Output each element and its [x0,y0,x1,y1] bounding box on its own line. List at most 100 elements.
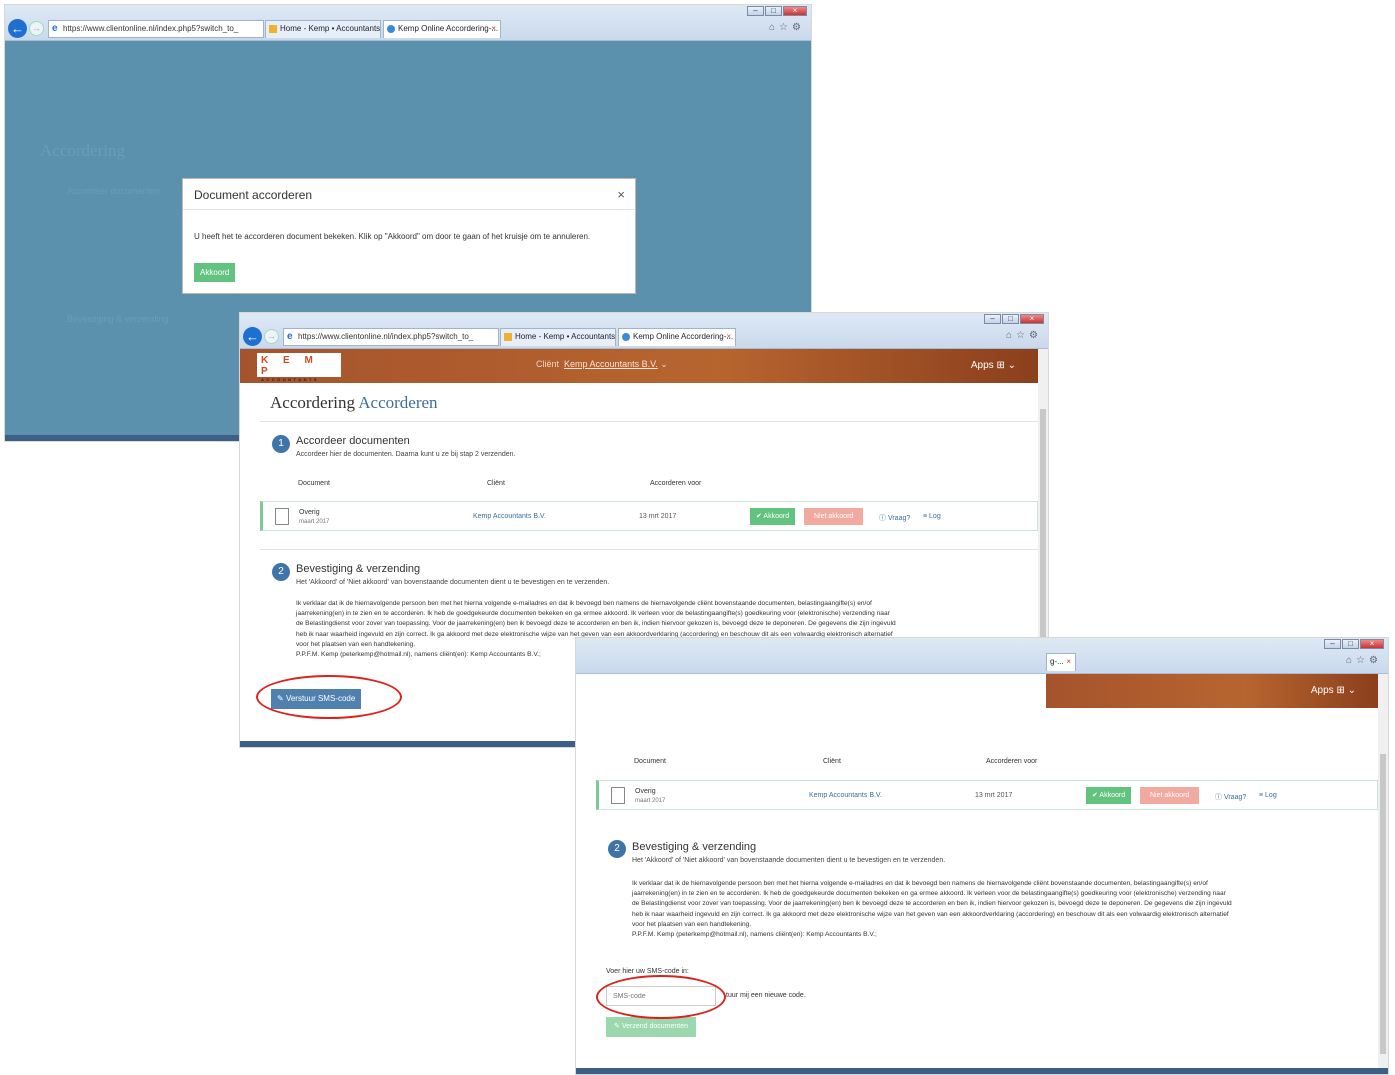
browser-bar: –□× ← → https://www.clientonline.nl/inde… [5,5,811,41]
apps-menu[interactable]: Apps ⊞ ⌄ [971,360,1016,371]
scrollbar-thumb[interactable] [1380,754,1386,1054]
maximize-icon[interactable]: □ [1002,314,1019,324]
ie-tab-icon [387,25,395,33]
forward-arrow-icon[interactable]: → [29,21,44,36]
step-2-subtitle: Het 'Akkoord' of 'Niet akkoord' van bove… [296,579,610,586]
declaration-line: heb ik naar waarheid ingevuld en zijn co… [632,910,1229,918]
tab-home[interactable]: Home - Kemp • Accountants [265,20,381,38]
logo-text: K E M P [261,355,319,377]
accorderen-dialog: Document accorderen × U heeft het te acc… [182,178,636,294]
close-tab-icon[interactable]: × [1066,654,1071,670]
step-2-subtitle: Het 'Akkoord' of 'Niet akkoord' van bove… [632,857,946,864]
toolbar-icons[interactable]: ⌂☆⚙ [1346,655,1382,666]
window-controls: – □ × [984,314,1044,324]
dimmed-step2: Bevestiging & verzending [67,314,169,324]
declaration-text: Ik verklaar dat ik de hiernavolgende per… [632,879,1352,940]
column-due: Accorderen voor [986,758,1038,765]
ie-tab-icon [622,333,630,341]
section-divider [260,549,1038,550]
column-document: Document [634,758,666,765]
due-cell: 13 mrt 2017 [975,792,1013,799]
tab-label: g-... [1050,657,1064,666]
question-link[interactable]: ⓘ Vraag? [879,513,910,523]
column-client: Cliënt [823,758,841,765]
sms-code-label: Voer hier uw SMS-code in: [606,968,689,975]
declaration-line: Ik verklaar dat ik de hiernavolgende per… [632,880,1208,887]
tab-kemp-online[interactable]: Kemp Online Accordering-... × [618,328,736,346]
table-row[interactable]: Overig maart 2017 Kemp Accountants B.V. … [260,501,1038,531]
declaration-line: de Belastingdienst voor zover van toepas… [296,620,896,628]
declaration-line: jaarrekening(en) in te zien en te accord… [632,890,1226,898]
kemp-tab-icon [504,333,512,341]
step-1-badge: 1 [272,435,290,453]
kemp-tab-icon [269,25,277,33]
scrollbar-thumb[interactable] [1040,409,1046,669]
resend-code-link[interactable]: tuur mij een nieuwe code. [726,992,806,999]
client-selector[interactable]: Cliënt Kemp Accountants B.V. ⌄ [536,359,668,370]
akkoord-button[interactable]: Akkoord [194,263,236,282]
minimize-icon[interactable]: – [984,314,1001,324]
minimize-icon[interactable]: – [747,6,764,16]
pencil-icon: ✎ [614,1023,620,1030]
declaration-line: de Belastingdienst voor zover van toepas… [632,900,1232,908]
close-window-icon[interactable]: × [1360,639,1384,649]
maximize-icon[interactable]: □ [1342,639,1359,649]
tab-kemp-online[interactable]: Kemp Online Accordering-... × [383,20,501,38]
step-2-badge: 2 [272,563,290,581]
grid-icon: ⊞ [1336,685,1345,696]
document-name[interactable]: Overig [299,509,320,516]
approve-button[interactable]: ✔ Akkoord [750,508,796,525]
maximize-icon[interactable]: □ [765,6,782,16]
close-window-icon[interactable]: × [783,6,807,16]
question-link[interactable]: ⓘ Vraag? [1215,792,1246,802]
client-cell: Kemp Accountants B.V. [473,513,546,520]
close-tab-icon[interactable]: × [491,21,496,37]
approve-button[interactable]: ✔ Akkoord [1086,787,1132,804]
reject-button[interactable]: Niet akkoord [1140,787,1200,804]
apps-menu[interactable]: Apps ⊞ ⌄ [1311,685,1356,696]
back-arrow-icon[interactable]: ← [243,327,262,346]
table-row[interactable]: Overig maart 2017 Kemp Accountants B.V. … [596,780,1378,810]
step-1-subtitle: Accordeer hier de documenten. Daarna kun… [296,451,516,458]
toolbar-icons[interactable]: ⌂☆⚙ [1006,330,1042,341]
window-controls: – □ × [1324,639,1384,649]
address-bar[interactable]: https://www.clientonline.nl/index.php5?s… [48,20,264,38]
client-name[interactable]: Kemp Accountants B.V. [564,359,658,369]
send-button-label: Verzend documenten [621,1023,688,1030]
kemp-logo[interactable]: K E M P ACCOUNTANTS [257,353,341,382]
tab-home[interactable]: Home - Kemp • Accountants [500,328,616,346]
title-sub: Accorderen [358,393,438,412]
toolbar-icons[interactable]: ⌂☆⚙ [769,22,805,33]
forward-arrow-icon[interactable]: → [264,329,279,344]
log-link[interactable]: ≡ Log [923,513,941,520]
close-tab-icon[interactable]: × [726,329,731,345]
highlight-ellipse-sms-input [596,975,726,1019]
app-header: K E M P ACCOUNTANTS Cliënt Kemp Accounta… [240,349,1038,383]
tab-label: Home - Kemp • Accountants [515,332,616,341]
document-icon[interactable] [275,508,289,525]
back-arrow-icon[interactable]: ← [8,19,27,38]
title-main: Accordering [270,393,355,412]
title-divider [260,421,1038,422]
document-name[interactable]: Overig [635,788,656,795]
step-2-title: Bevestiging & verzending [296,563,421,575]
tab-label: Home - Kemp • Accountants [280,24,381,33]
browser-bar: – □ × g-... × ⌂☆⚙ [576,638,1388,674]
tab-kemp-online[interactable]: g-... × [1046,653,1076,671]
close-icon[interactable]: × [617,187,625,202]
signer-line: P.P.F.M. Kemp (peterkemp@hotmail.nl), na… [632,931,877,939]
column-client: Cliënt [487,480,505,487]
client-cell: Kemp Accountants B.V. [809,792,882,799]
window-controls: – □ × [747,6,807,16]
scrollbar[interactable] [1378,674,1388,1074]
chevron-down-icon: ⌄ [660,359,668,369]
document-icon[interactable] [611,787,625,804]
minimize-icon[interactable]: – [1324,639,1341,649]
step-2-badge: 2 [608,840,626,858]
address-bar[interactable]: https://www.clientonline.nl/index.php5?s… [283,328,499,346]
tab-label: Kemp Online Accordering-... [398,24,499,33]
close-window-icon[interactable]: × [1020,314,1044,324]
reject-button[interactable]: Niet akkoord [804,508,864,525]
log-link[interactable]: ≡ Log [1259,792,1277,799]
send-documents-button[interactable]: ✎ Verzend documenten [606,1017,696,1037]
